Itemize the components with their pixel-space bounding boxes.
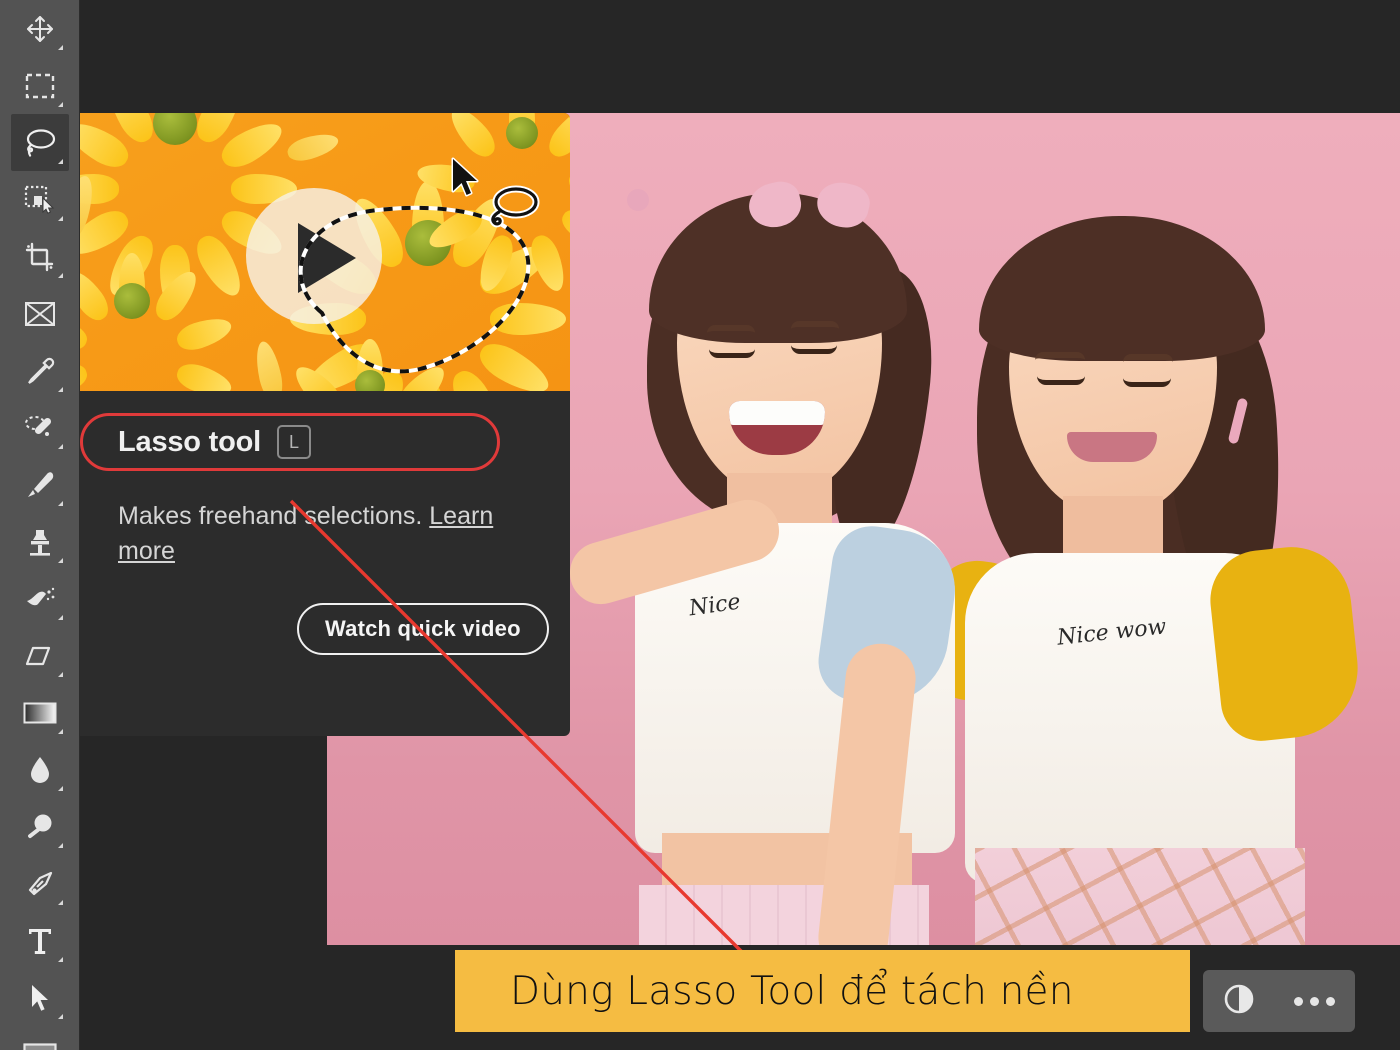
- tooltip-title-row: Lasso tool L: [118, 425, 312, 459]
- sidebar-item-gradient-tool[interactable]: [11, 684, 69, 741]
- mouth: [1067, 432, 1157, 462]
- eyebrow-right: [791, 321, 839, 329]
- caption-banner: Dùng Lasso Tool để tách nền: [455, 950, 1190, 1032]
- sidebar-item-eraser-tool[interactable]: [11, 627, 69, 684]
- watch-quick-video-button[interactable]: Watch quick video: [297, 603, 549, 655]
- sidebar-item-frame-tool[interactable]: [11, 285, 69, 342]
- person-left: Nice: [562, 173, 1007, 945]
- flyout-triangle-icon: [57, 387, 63, 392]
- sidebar-item-lasso-tool[interactable]: [10, 114, 69, 171]
- sleeve-right: [1205, 541, 1365, 745]
- half-filled-circle-icon: [1224, 984, 1254, 1013]
- flyout-triangle-icon: [57, 558, 63, 563]
- eyebrow-right: [1123, 354, 1173, 362]
- eye-right: [1123, 378, 1171, 387]
- tooltip-description: Makes freehand selections. Learn more: [118, 499, 518, 568]
- sidebar-item-pen-tool[interactable]: [11, 855, 69, 912]
- sidebar-item-object-selection-tool[interactable]: [11, 171, 69, 228]
- tool-tooltip-panel[interactable]: Lasso tool L Makes freehand selections. …: [70, 113, 570, 736]
- sidebar-item-blur-tool[interactable]: [11, 741, 69, 798]
- eye-left: [709, 349, 755, 358]
- sidebar-item-crop-tool[interactable]: [11, 228, 69, 285]
- three-dots-icon: [1294, 996, 1304, 1006]
- lasso-selection-marching-ants: [298, 205, 531, 374]
- keyboard-shortcut-badge: L: [277, 425, 312, 459]
- sidebar-item-type-tool[interactable]: [11, 912, 69, 969]
- more-options-button[interactable]: [1294, 996, 1336, 1006]
- hair-front: [979, 216, 1265, 361]
- flyout-triangle-icon: [57, 159, 63, 164]
- teeth: [729, 401, 825, 425]
- flyout-triangle-icon: [57, 843, 63, 848]
- sidebar-item-brush-tool[interactable]: [11, 456, 69, 513]
- tooltip-description-text: Makes freehand selections.: [118, 502, 430, 530]
- tools-panel[interactable]: [0, 0, 80, 1050]
- page-title: Lasso tool: [118, 425, 262, 458]
- sidebar-item-spot-healing-brush-tool[interactable]: [11, 399, 69, 456]
- flyout-triangle-icon: [57, 957, 63, 962]
- flyout-triangle-icon: [57, 45, 63, 50]
- sidebar-item-dodge-tool[interactable]: [11, 798, 69, 855]
- tooltip-body: Lasso tool L Makes freehand selections. …: [70, 391, 570, 736]
- three-dots-icon: [1310, 996, 1320, 1006]
- flyout-triangle-icon: [57, 900, 63, 905]
- flyout-triangle-icon: [57, 786, 63, 791]
- eyebrow-left: [707, 325, 755, 333]
- hair-bow-knot: [627, 189, 649, 211]
- eye-right: [791, 345, 837, 354]
- flyout-triangle-icon: [57, 615, 63, 620]
- plaid-skirt: [975, 848, 1305, 945]
- flyout-triangle-icon: [57, 672, 63, 677]
- flyout-triangle-icon: [57, 501, 63, 506]
- sidebar-item-history-brush-tool[interactable]: [11, 570, 69, 627]
- lasso-icon: [489, 185, 540, 228]
- hair-bow: [749, 179, 869, 231]
- flyout-triangle-icon: [57, 102, 63, 107]
- sidebar-item-eyedropper-tool[interactable]: [11, 342, 69, 399]
- eye-left: [1037, 376, 1085, 385]
- sidebar-item-marquee-tool[interactable]: [11, 57, 69, 114]
- eyebrow-left: [1035, 352, 1085, 360]
- adjustment-layer-button[interactable]: [1223, 983, 1255, 1020]
- flyout-triangle-icon: [57, 273, 63, 278]
- three-dots-icon: [1326, 996, 1336, 1006]
- flyout-triangle-icon: [57, 729, 63, 734]
- caption-text: Dùng Lasso Tool để tách nền: [510, 968, 1074, 1014]
- cursor-arrow-icon: [451, 157, 479, 197]
- sidebar-item-path-selection-tool[interactable]: [11, 969, 69, 1026]
- sidebar-item-rectangle-tool[interactable]: [11, 1026, 69, 1050]
- sidebar-item-move-tool[interactable]: [11, 0, 69, 57]
- flyout-triangle-icon: [57, 444, 63, 449]
- flyout-triangle-icon: [57, 1014, 63, 1019]
- flyout-triangle-icon: [57, 216, 63, 221]
- layer-actions-bar[interactable]: [1203, 970, 1355, 1032]
- tooltip-video-thumbnail[interactable]: [70, 113, 570, 391]
- sidebar-item-clone-stamp-tool[interactable]: [11, 513, 69, 570]
